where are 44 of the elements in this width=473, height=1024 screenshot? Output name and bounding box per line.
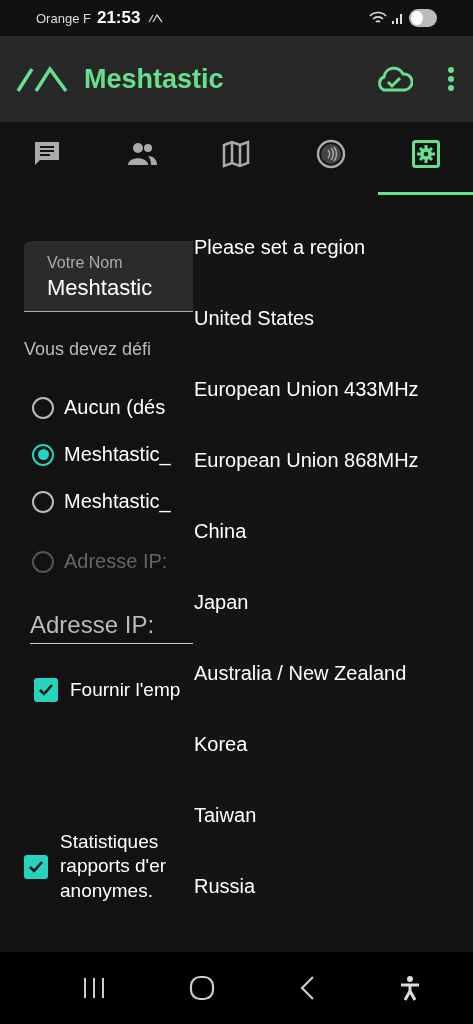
menu-item[interactable]: China (193, 496, 473, 567)
wifi-icon (369, 11, 387, 25)
menu-item[interactable]: Please set a region (193, 212, 473, 283)
signal-circle-icon (316, 139, 347, 169)
menu-item[interactable]: United States (193, 283, 473, 354)
radio-button[interactable] (32, 490, 54, 513)
accessibility-icon[interactable] (399, 975, 422, 1001)
carrier: Orange F (36, 10, 91, 26)
menu-item[interactable]: European Union 433MHz (193, 354, 473, 425)
app-logo-icon (16, 65, 68, 93)
radio-option[interactable]: Aucun (dés (32, 384, 193, 431)
checkbox-label: Fournir l'emp (70, 678, 181, 702)
field-value: Meshtastic (47, 275, 154, 301)
recent-apps-icon[interactable] (81, 977, 106, 999)
field-label: Votre Nom (47, 254, 124, 272)
people-icon (125, 141, 158, 167)
home-icon[interactable] (188, 975, 215, 1001)
checkbox-label: Statistiques rapports d'er anonymes. (60, 829, 167, 904)
checkbox[interactable] (34, 678, 58, 703)
settings-icon (411, 140, 440, 168)
signal-icon (391, 11, 405, 25)
check-icon (38, 683, 54, 698)
radio-button[interactable] (32, 443, 54, 466)
checkbox[interactable] (24, 854, 48, 879)
menu-item[interactable]: Taiwan (193, 780, 473, 851)
back-icon[interactable] (298, 975, 317, 1001)
radio-option[interactable]: Meshtastic_ (32, 478, 193, 525)
hint-text: Vous devez défi (24, 339, 153, 360)
menu-item[interactable]: Russia (193, 851, 473, 922)
more-menu-icon[interactable] (447, 66, 455, 92)
radio-button[interactable] (32, 396, 54, 419)
map-icon (222, 140, 251, 168)
radio-option[interactable]: Meshtastic_ (32, 431, 193, 478)
check-icon (28, 859, 44, 874)
menu-item[interactable]: European Union 868MHz (193, 425, 473, 496)
cloud-check-icon[interactable] (375, 65, 413, 93)
menu-item[interactable]: Japan (193, 567, 473, 638)
menu-item[interactable]: Australia / New Zealand (193, 638, 473, 709)
app-title: Meshtastic (84, 63, 225, 95)
menu-item[interactable]: Korea (193, 709, 473, 780)
mesh-logo-icon (148, 13, 165, 23)
battery-icon (409, 9, 437, 27)
clock: 21:53 (96, 8, 141, 28)
name-field[interactable]: Votre Nom Meshtastic (24, 241, 193, 312)
